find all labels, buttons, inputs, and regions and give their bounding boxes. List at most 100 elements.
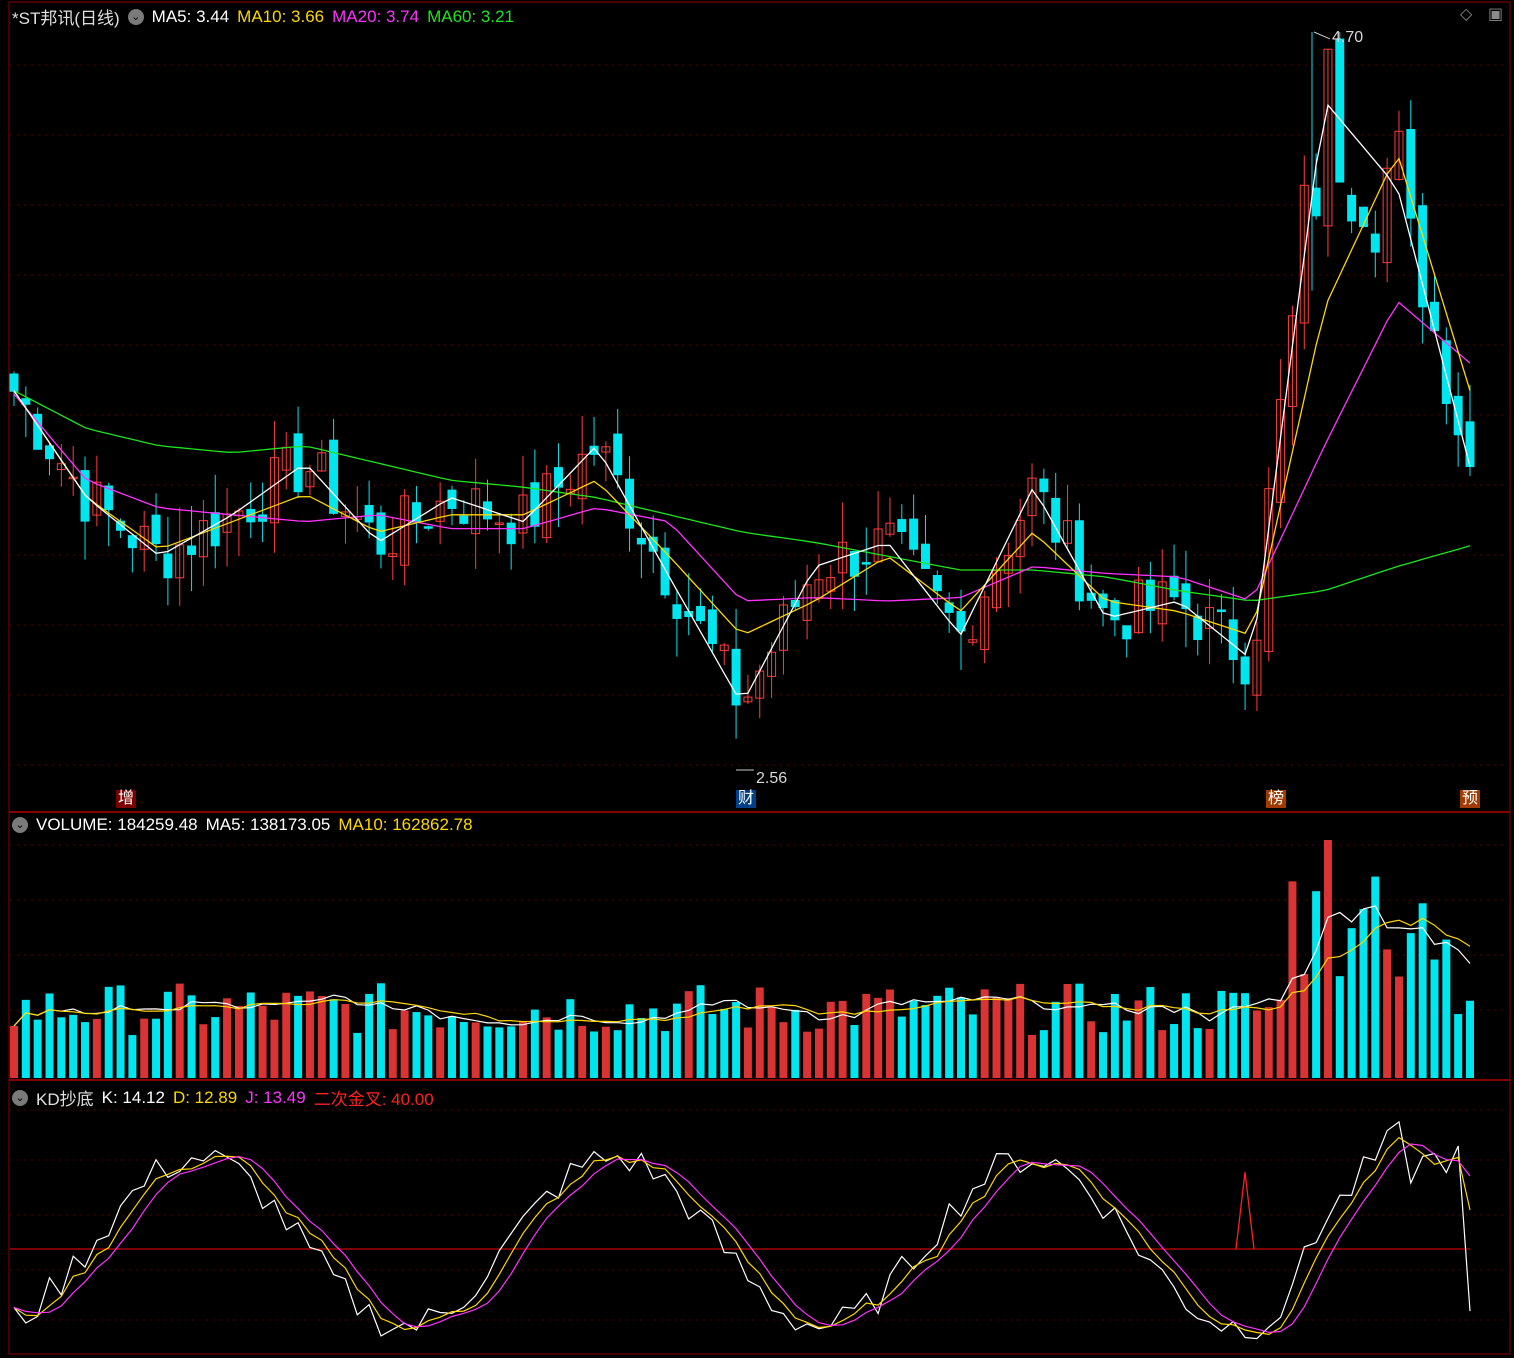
tag-cai[interactable]: 财 [736, 790, 757, 808]
candle-down [1110, 600, 1120, 621]
chart-canvas[interactable] [0, 0, 1514, 1358]
volume-bar-up [874, 997, 883, 1078]
chevron-down-circle-icon[interactable]: ⌄ [12, 817, 28, 833]
volume-bar-down [412, 1012, 421, 1078]
volume-bar-up [471, 1022, 480, 1078]
volume-bar-up [1063, 984, 1072, 1078]
volume-bar-down [613, 1030, 622, 1078]
stock-title[interactable]: *ST邦讯(日线) [12, 4, 120, 29]
volume-bar-up [755, 987, 764, 1078]
candle-down [897, 519, 907, 532]
candle-down [1465, 421, 1475, 468]
volume-bar-down [483, 1026, 492, 1078]
candle-down [293, 433, 303, 493]
volume-bar-down [732, 1002, 741, 1078]
volume-bar-down [1335, 976, 1344, 1078]
volume-bar-up [341, 1004, 350, 1078]
volume-bar-down [376, 983, 385, 1078]
volume-bar-up [980, 989, 989, 1078]
candle-down [1240, 656, 1250, 685]
window-icon[interactable]: ▣ [1488, 4, 1503, 24]
kd-j-line [13, 1143, 1471, 1333]
volume-bar-down [128, 1035, 137, 1078]
ma5-value: MA5: 3.44 [151, 6, 230, 26]
stock-chart-window: *ST邦讯(日线) ⌄ MA5: 3.44 MA10: 3.66 MA20: 3… [0, 0, 1514, 1358]
candle-down [1418, 205, 1428, 308]
volume-bar-down [956, 997, 965, 1078]
volume-bar-up [803, 1031, 812, 1078]
kd-cross-spike [1235, 1172, 1255, 1250]
volume-bar-up [578, 1025, 587, 1078]
volume-bar-up [684, 991, 693, 1078]
volume-bar-down [365, 993, 374, 1078]
volume-bar-up [1004, 998, 1013, 1078]
candle-down [376, 512, 386, 555]
volume-bar-down [459, 1022, 468, 1078]
volume-bar-down [294, 995, 303, 1078]
volume-bar-down [424, 1015, 433, 1078]
candle-down [636, 537, 646, 545]
volume-bar-down [897, 1016, 906, 1078]
candle-down [672, 604, 682, 619]
volume-bar-up [601, 1026, 610, 1078]
chevron-down-circle-icon[interactable]: ⌄ [12, 1089, 28, 1106]
candle-down [1039, 478, 1049, 493]
tag-zeng[interactable]: 增 [116, 790, 137, 808]
volume-bar-up [282, 992, 291, 1078]
volume-bar-down [69, 1014, 78, 1078]
volume-bar-down [152, 1018, 161, 1078]
volume-bar-down [1039, 1030, 1048, 1078]
volume-bar-up [767, 1007, 776, 1078]
kd-j-value: J: 13.49 [245, 1087, 306, 1107]
candle-down [1370, 233, 1380, 253]
kd-name: KD抄底 [36, 1090, 94, 1109]
tag-bang[interactable]: 榜 [1266, 790, 1287, 808]
volume-bar-up [10, 1025, 18, 1078]
volume-bar-down [329, 999, 338, 1078]
volume-bar-up [1264, 1007, 1273, 1078]
volume-bar-up [400, 1010, 409, 1078]
low-price-label: 2.56 [756, 770, 788, 787]
volume-bar-up [1252, 1010, 1261, 1078]
volume-bar-down [211, 1017, 220, 1078]
volume-bar-down [1051, 1001, 1060, 1078]
volume-bar-down [1229, 992, 1238, 1078]
volume-bar-up [317, 996, 326, 1078]
volume-bar-up [1276, 999, 1285, 1078]
chevron-down-circle-icon[interactable]: ⌄ [127, 8, 144, 25]
volume-bar-down [1430, 959, 1439, 1078]
diamond-icon[interactable]: ◇ [1460, 4, 1472, 24]
tag-yu[interactable]: 预 [1460, 790, 1481, 808]
volume-bar-down [1193, 1028, 1202, 1078]
ma20-value: MA20: 3.74 [332, 6, 420, 26]
volume-bar-down [1418, 903, 1427, 1078]
volume-bar-down [104, 986, 113, 1078]
volume-bar-down [507, 1026, 516, 1078]
volume-bar-up [270, 1019, 279, 1078]
candle-down [731, 648, 741, 706]
volume-bar-down [554, 1029, 563, 1078]
volume-bar-up [1300, 974, 1309, 1078]
volume-bar-up [1158, 1030, 1167, 1078]
volume-bar-down [353, 1032, 362, 1078]
volume-bar-up [862, 993, 871, 1078]
candle-down [1311, 187, 1321, 217]
volume-bar-up [388, 1029, 397, 1078]
candle-down [1335, 38, 1345, 183]
volume-bar-down [1075, 983, 1084, 1078]
volume-bar-up [1028, 1034, 1037, 1078]
volume-bar-up [885, 989, 894, 1078]
candle-down [1453, 395, 1463, 436]
ma10-line [13, 157, 1471, 635]
volume-bar-down [1099, 1032, 1108, 1078]
candle-down [707, 609, 717, 644]
volume-bar-down [933, 995, 942, 1078]
volume-bar-down [447, 1016, 456, 1078]
ma60-value: MA60: 3.21 [427, 6, 515, 26]
volume-bar-down [850, 1024, 859, 1078]
candle-down [163, 553, 173, 579]
volume-bar-up [542, 1017, 551, 1078]
candle-down [1429, 301, 1439, 332]
candle-down [423, 526, 433, 529]
candle-down [932, 574, 942, 592]
